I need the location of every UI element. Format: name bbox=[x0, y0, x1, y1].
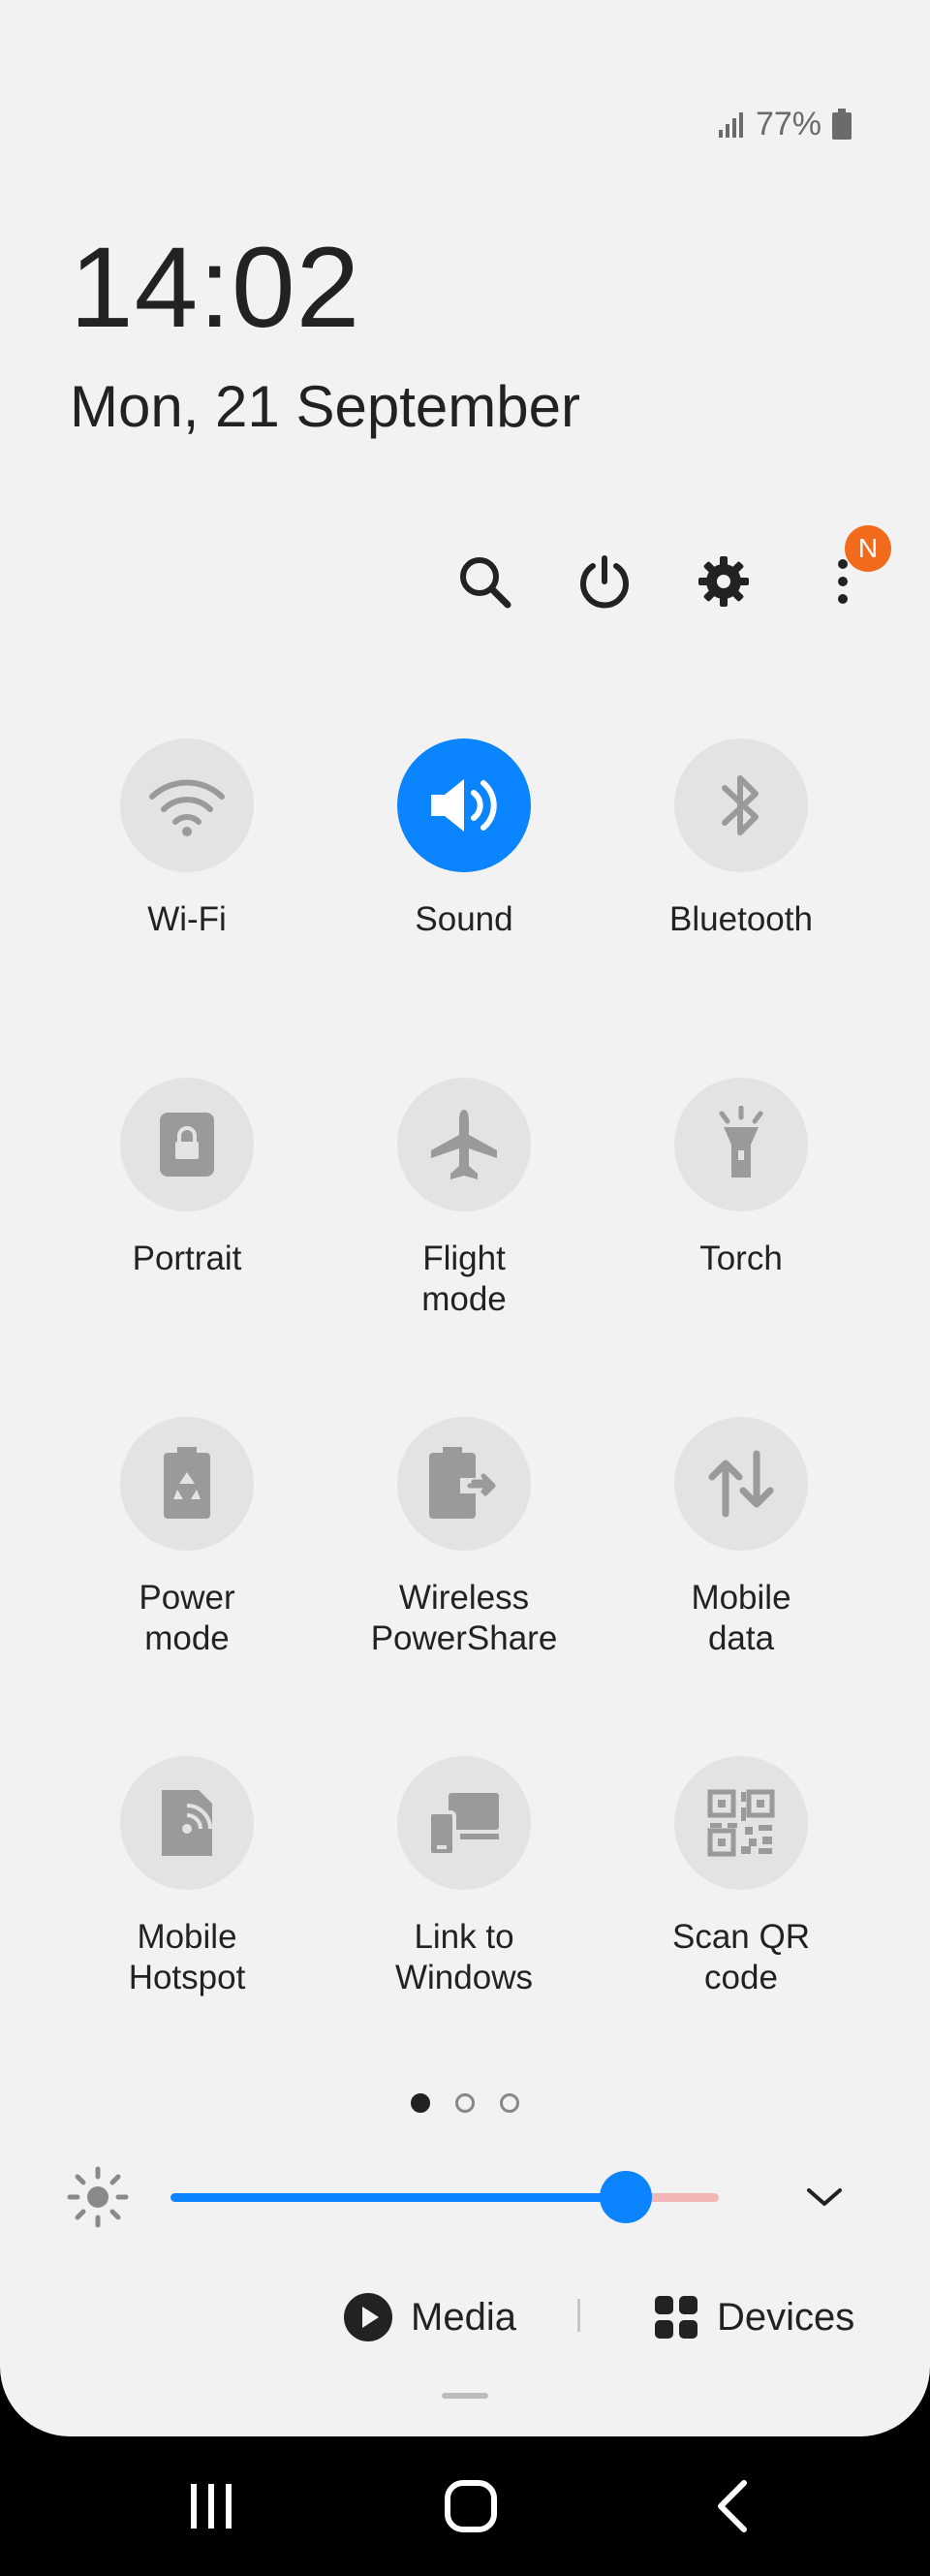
back-icon bbox=[718, 2480, 747, 2532]
quick-settings-panel: 77% 14:02 Mon, 21 September N Wi-Fi Soun… bbox=[0, 0, 930, 2436]
tile-sound-circle[interactable] bbox=[397, 738, 531, 872]
tile-power-mode-circle[interactable] bbox=[120, 1417, 254, 1551]
tile-flight-mode-label: Flight mode bbox=[421, 1240, 507, 1318]
tile-mobile-hotspot[interactable]: Mobile Hotspot bbox=[48, 1756, 326, 1998]
devices-label: Devices bbox=[717, 2295, 855, 2339]
tile-bluetooth[interactable]: Bluetooth bbox=[603, 738, 880, 940]
media-label: Media bbox=[411, 2295, 516, 2339]
tile-wireless-powershare[interactable]: Wireless PowerShare bbox=[326, 1417, 603, 1659]
tile-flight-mode-circle[interactable] bbox=[397, 1078, 531, 1211]
battery-icon bbox=[832, 109, 852, 140]
tile-wifi-circle[interactable] bbox=[120, 738, 254, 872]
wireless-powershare-icon bbox=[429, 1447, 496, 1519]
tile-flight-mode[interactable]: Flight mode bbox=[326, 1078, 603, 1320]
tile-scan-qr-circle[interactable] bbox=[674, 1756, 808, 1890]
page-dot-1[interactable] bbox=[411, 2093, 430, 2113]
torch-icon bbox=[719, 1106, 763, 1178]
tile-torch-label: Torch bbox=[699, 1240, 783, 1277]
page-dot-3[interactable] bbox=[500, 2093, 519, 2113]
media-button[interactable]: Media bbox=[343, 2285, 516, 2349]
tile-bluetooth-label: Bluetooth bbox=[669, 900, 813, 938]
media-divider bbox=[577, 2299, 580, 2332]
airplane-icon bbox=[431, 1110, 497, 1179]
brightness-track-filled[interactable] bbox=[170, 2193, 626, 2202]
search-icon bbox=[460, 557, 512, 609]
tile-sound[interactable]: Sound bbox=[326, 738, 603, 940]
search-button[interactable] bbox=[446, 543, 523, 620]
tile-torch-circle[interactable] bbox=[674, 1078, 808, 1211]
tile-wireless-powershare-label: Wireless PowerShare bbox=[370, 1579, 558, 1657]
tile-link-to-windows-label: Link to Windows bbox=[395, 1918, 533, 1996]
tile-mobile-data-circle[interactable] bbox=[674, 1417, 808, 1551]
tile-link-to-windows[interactable]: Link to Windows bbox=[326, 1756, 603, 1998]
home-button[interactable] bbox=[422, 2467, 519, 2545]
tile-torch[interactable]: Torch bbox=[603, 1078, 880, 1279]
tile-portrait-label: Portrait bbox=[132, 1240, 242, 1277]
tile-mobile-data[interactable]: Mobile data bbox=[603, 1417, 880, 1659]
clock-time: 14:02 bbox=[70, 224, 361, 352]
tile-link-to-windows-circle[interactable] bbox=[397, 1756, 531, 1890]
portrait-lock-icon bbox=[160, 1113, 214, 1177]
tile-wifi[interactable]: Wi-Fi bbox=[48, 738, 326, 940]
quick-panel-toolbar: N bbox=[0, 525, 930, 620]
gear-icon bbox=[698, 556, 749, 607]
tile-scan-qr-label: Scan QR code bbox=[672, 1918, 810, 1996]
page-indicator bbox=[0, 2093, 930, 2113]
brightness-slider-thumb[interactable] bbox=[599, 2171, 652, 2223]
tile-wireless-powershare-circle[interactable] bbox=[397, 1417, 531, 1551]
clock-date: Mon, 21 September bbox=[70, 374, 580, 439]
hotspot-icon bbox=[162, 1790, 212, 1856]
signal-icon bbox=[718, 112, 743, 138]
bluetooth-icon bbox=[722, 775, 759, 835]
back-button[interactable] bbox=[684, 2467, 781, 2545]
panel-drag-handle[interactable] bbox=[442, 2393, 488, 2399]
tile-mobile-data-label: Mobile data bbox=[691, 1579, 791, 1657]
link-to-windows-icon bbox=[427, 1793, 499, 1857]
power-icon bbox=[580, 555, 629, 609]
brightness-icon bbox=[67, 2166, 129, 2228]
tile-scan-qr[interactable]: Scan QR code bbox=[603, 1756, 880, 1998]
recents-button[interactable] bbox=[163, 2467, 260, 2545]
tile-bluetooth-circle[interactable] bbox=[674, 738, 808, 872]
qr-code-icon bbox=[707, 1789, 775, 1857]
devices-button[interactable]: Devices bbox=[653, 2285, 854, 2349]
tile-mobile-hotspot-label: Mobile Hotspot bbox=[128, 1918, 246, 1996]
tile-wifi-label: Wi-Fi bbox=[147, 900, 227, 938]
battery-percent: 77% bbox=[755, 105, 822, 142]
settings-button[interactable] bbox=[685, 543, 762, 620]
status-bar: 77% bbox=[717, 105, 852, 143]
tile-portrait[interactable]: Portrait bbox=[48, 1078, 326, 1279]
wifi-icon bbox=[149, 779, 225, 836]
play-circle-icon bbox=[344, 2293, 392, 2341]
tile-power-mode-label: Power mode bbox=[139, 1579, 235, 1657]
power-button[interactable] bbox=[566, 543, 643, 620]
recents-icon bbox=[191, 2484, 232, 2529]
page-dot-2[interactable] bbox=[455, 2093, 475, 2113]
devices-grid-icon bbox=[655, 2296, 698, 2339]
notification-badge: N bbox=[845, 525, 891, 572]
home-icon bbox=[445, 2480, 497, 2532]
tile-sound-label: Sound bbox=[415, 900, 513, 938]
sound-icon bbox=[431, 779, 497, 832]
chevron-down-icon bbox=[807, 2188, 842, 2206]
power-mode-icon bbox=[164, 1447, 210, 1519]
brightness-row bbox=[0, 2163, 930, 2231]
media-devices-row: Media Devices bbox=[0, 2285, 930, 2349]
mobile-data-icon bbox=[708, 1450, 774, 1518]
more-options-button[interactable]: N bbox=[804, 525, 891, 620]
expand-button[interactable] bbox=[792, 2169, 856, 2227]
tile-power-mode[interactable]: Power mode bbox=[48, 1417, 326, 1659]
tile-mobile-hotspot-circle[interactable] bbox=[120, 1756, 254, 1890]
tile-portrait-circle[interactable] bbox=[120, 1078, 254, 1211]
navigation-bar bbox=[0, 2436, 930, 2576]
